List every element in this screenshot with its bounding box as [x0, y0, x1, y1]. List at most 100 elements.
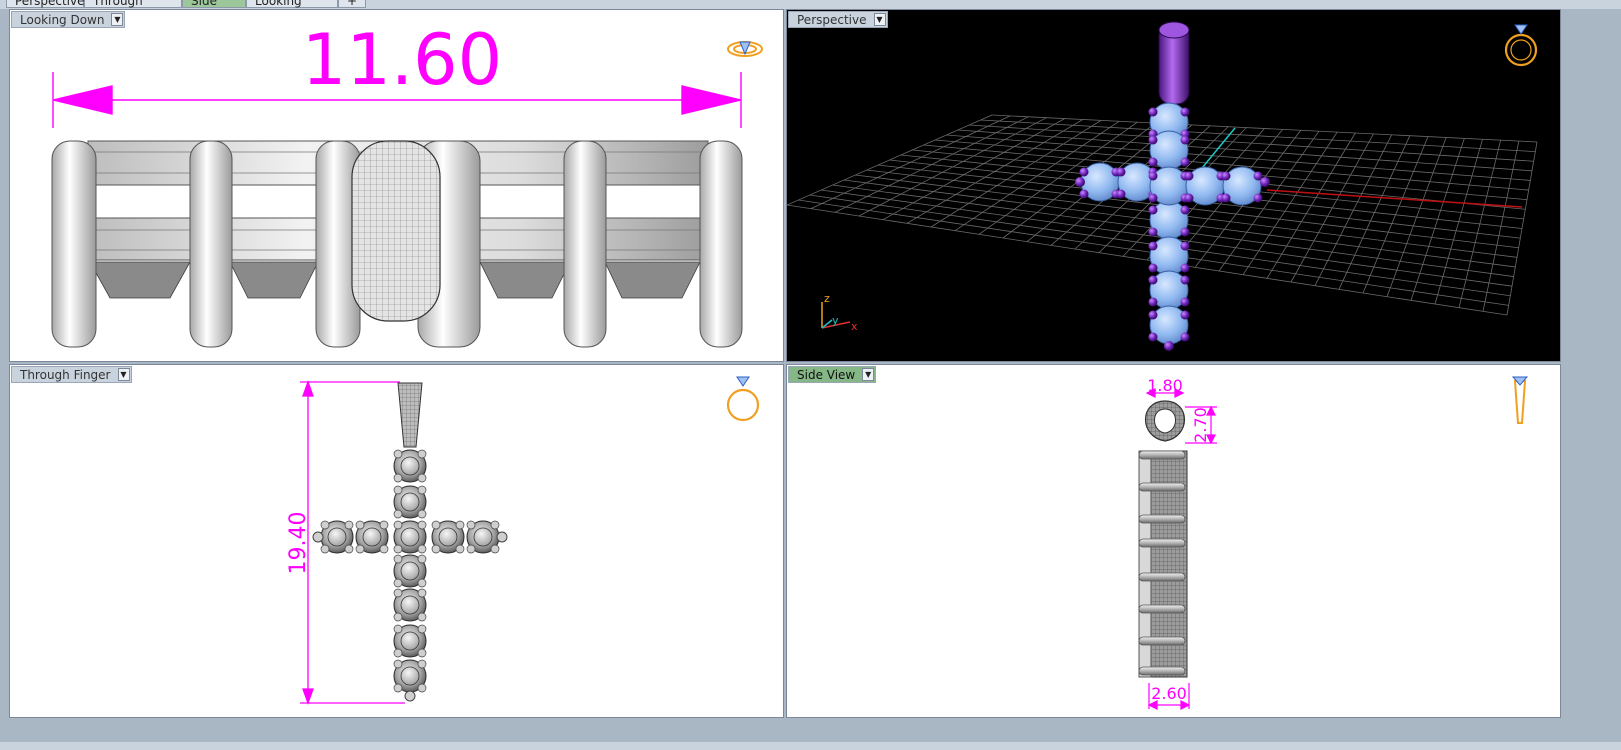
viewport-label-side-view[interactable]: Side View ▼	[788, 366, 877, 383]
tab-side-view[interactable]: Side View	[182, 0, 246, 8]
prong-bead	[393, 544, 403, 554]
prong-bead	[417, 648, 427, 658]
prong-bead	[393, 648, 403, 658]
prong-bead	[1221, 193, 1231, 203]
ring-side-view-icon[interactable]	[1511, 376, 1529, 424]
prong-pin	[1138, 482, 1186, 492]
prong-bead	[417, 509, 427, 519]
through-finger-canvas: 19.40	[286, 376, 760, 705]
prong-bead	[320, 520, 330, 530]
prong-bead	[417, 588, 427, 598]
cross-front-model	[312, 449, 508, 702]
prong-pin	[1138, 666, 1186, 676]
prong-bead	[1148, 241, 1158, 251]
height-dimension-label: 19.40	[286, 512, 311, 575]
prong-bead	[417, 659, 427, 669]
grid-line	[980, 119, 1536, 153]
prong-bead	[417, 544, 427, 554]
prong-bead	[417, 612, 427, 622]
prong-bead	[1148, 107, 1158, 117]
prong-bead	[1180, 310, 1190, 320]
prong-bead	[1148, 205, 1158, 215]
chevron-down-icon[interactable]: ▼	[117, 368, 130, 381]
prong-bead	[417, 485, 427, 495]
ring-perspective-icon[interactable]	[1504, 24, 1538, 67]
prong-bead	[1180, 263, 1190, 273]
ring-top-view-icon[interactable]	[727, 41, 763, 57]
ring-front-view-icon[interactable]	[726, 376, 760, 422]
prong-bead	[320, 544, 330, 554]
prong-bead	[393, 509, 403, 519]
prong-pin	[1138, 450, 1186, 460]
viewport-through-finger[interactable]: 19.40 Through Finger ▼	[9, 364, 784, 718]
prong-bead	[1148, 275, 1158, 285]
prong-bead	[393, 612, 403, 622]
prong-bead	[393, 624, 403, 634]
prong-bead	[417, 473, 427, 483]
grid-line	[787, 204, 1508, 316]
prong-bead	[1148, 310, 1158, 320]
grid-line	[957, 129, 1533, 172]
prong-bead	[466, 520, 476, 530]
perspective-canvas: z y x	[787, 21, 1538, 351]
prong-bead	[379, 544, 389, 554]
prong-bead	[355, 544, 365, 554]
prong-bead	[1164, 341, 1174, 351]
prong-bead	[393, 578, 403, 588]
prong-bead	[1260, 177, 1270, 187]
tab-looking-down[interactable]: Looking Down	[246, 0, 338, 8]
prong-bead	[1184, 193, 1194, 203]
prong-bead	[344, 520, 354, 530]
viewport-label-perspective[interactable]: Perspective ▼	[788, 11, 888, 28]
viewport-side-view[interactable]: 1.80 2.70 2.60 Side View ▼	[786, 364, 1561, 718]
prong-pin	[1138, 514, 1186, 524]
prong-bead	[1180, 107, 1190, 117]
tab-perspective[interactable]: Perspective	[6, 0, 85, 8]
prong-bead	[404, 690, 416, 702]
prong-bead	[393, 449, 403, 459]
prong-pin	[1138, 572, 1186, 582]
prong-bead	[1148, 227, 1158, 237]
view-tab-strip: Perspective Through Finger Side View Loo…	[0, 0, 1621, 9]
prong-pin	[1138, 538, 1186, 548]
prong-bead	[1148, 332, 1158, 342]
prong-bead	[490, 544, 500, 554]
viewport-label-looking-down[interactable]: Looking Down ▼	[11, 11, 126, 28]
prong-bead	[1180, 205, 1190, 215]
prong-bead	[1221, 171, 1231, 181]
prong-bead	[496, 531, 508, 543]
prong-bead	[1184, 171, 1194, 181]
chevron-down-icon[interactable]: ▼	[111, 13, 124, 26]
prong-bead	[1180, 332, 1190, 342]
prong-bead	[379, 520, 389, 530]
prong-bead	[1180, 275, 1190, 285]
width-dimension-label: 11.60	[302, 19, 502, 101]
viewport-label-through-finger[interactable]: Through Finger ▼	[11, 366, 132, 383]
prong-bead	[417, 520, 427, 530]
tab-through-finger[interactable]: Through Finger	[84, 0, 182, 8]
prong-bead	[1079, 167, 1089, 177]
prong-bead	[355, 520, 365, 530]
viewport-title: Perspective	[797, 13, 867, 27]
side-view-canvas: 1.80 2.70 2.60	[1138, 376, 1529, 710]
prong-pin	[1138, 636, 1186, 646]
viewport-title: Side View	[797, 368, 856, 382]
prong-bead	[1180, 157, 1190, 167]
prong-bead	[1180, 227, 1190, 237]
prong-bead	[417, 624, 427, 634]
status-strip	[0, 742, 1621, 750]
prong-bead	[431, 520, 441, 530]
prong-bead	[1180, 135, 1190, 145]
chevron-down-icon[interactable]: ▼	[873, 13, 886, 26]
prong-bead	[393, 683, 403, 693]
viewport-perspective[interactable]: z y x Perspective ▼	[786, 9, 1561, 362]
prong-bead	[417, 449, 427, 459]
prong-bead	[1148, 263, 1158, 273]
prong-bead	[431, 544, 441, 554]
prong-bead	[1253, 193, 1263, 203]
prong-bead	[1075, 177, 1085, 187]
tab-add-button[interactable]: +	[338, 0, 366, 8]
viewport-looking-down[interactable]: 11.60 Looking Down ▼	[9, 9, 784, 362]
axis-triad: z y x	[821, 292, 858, 333]
chevron-down-icon[interactable]: ▼	[862, 368, 875, 381]
